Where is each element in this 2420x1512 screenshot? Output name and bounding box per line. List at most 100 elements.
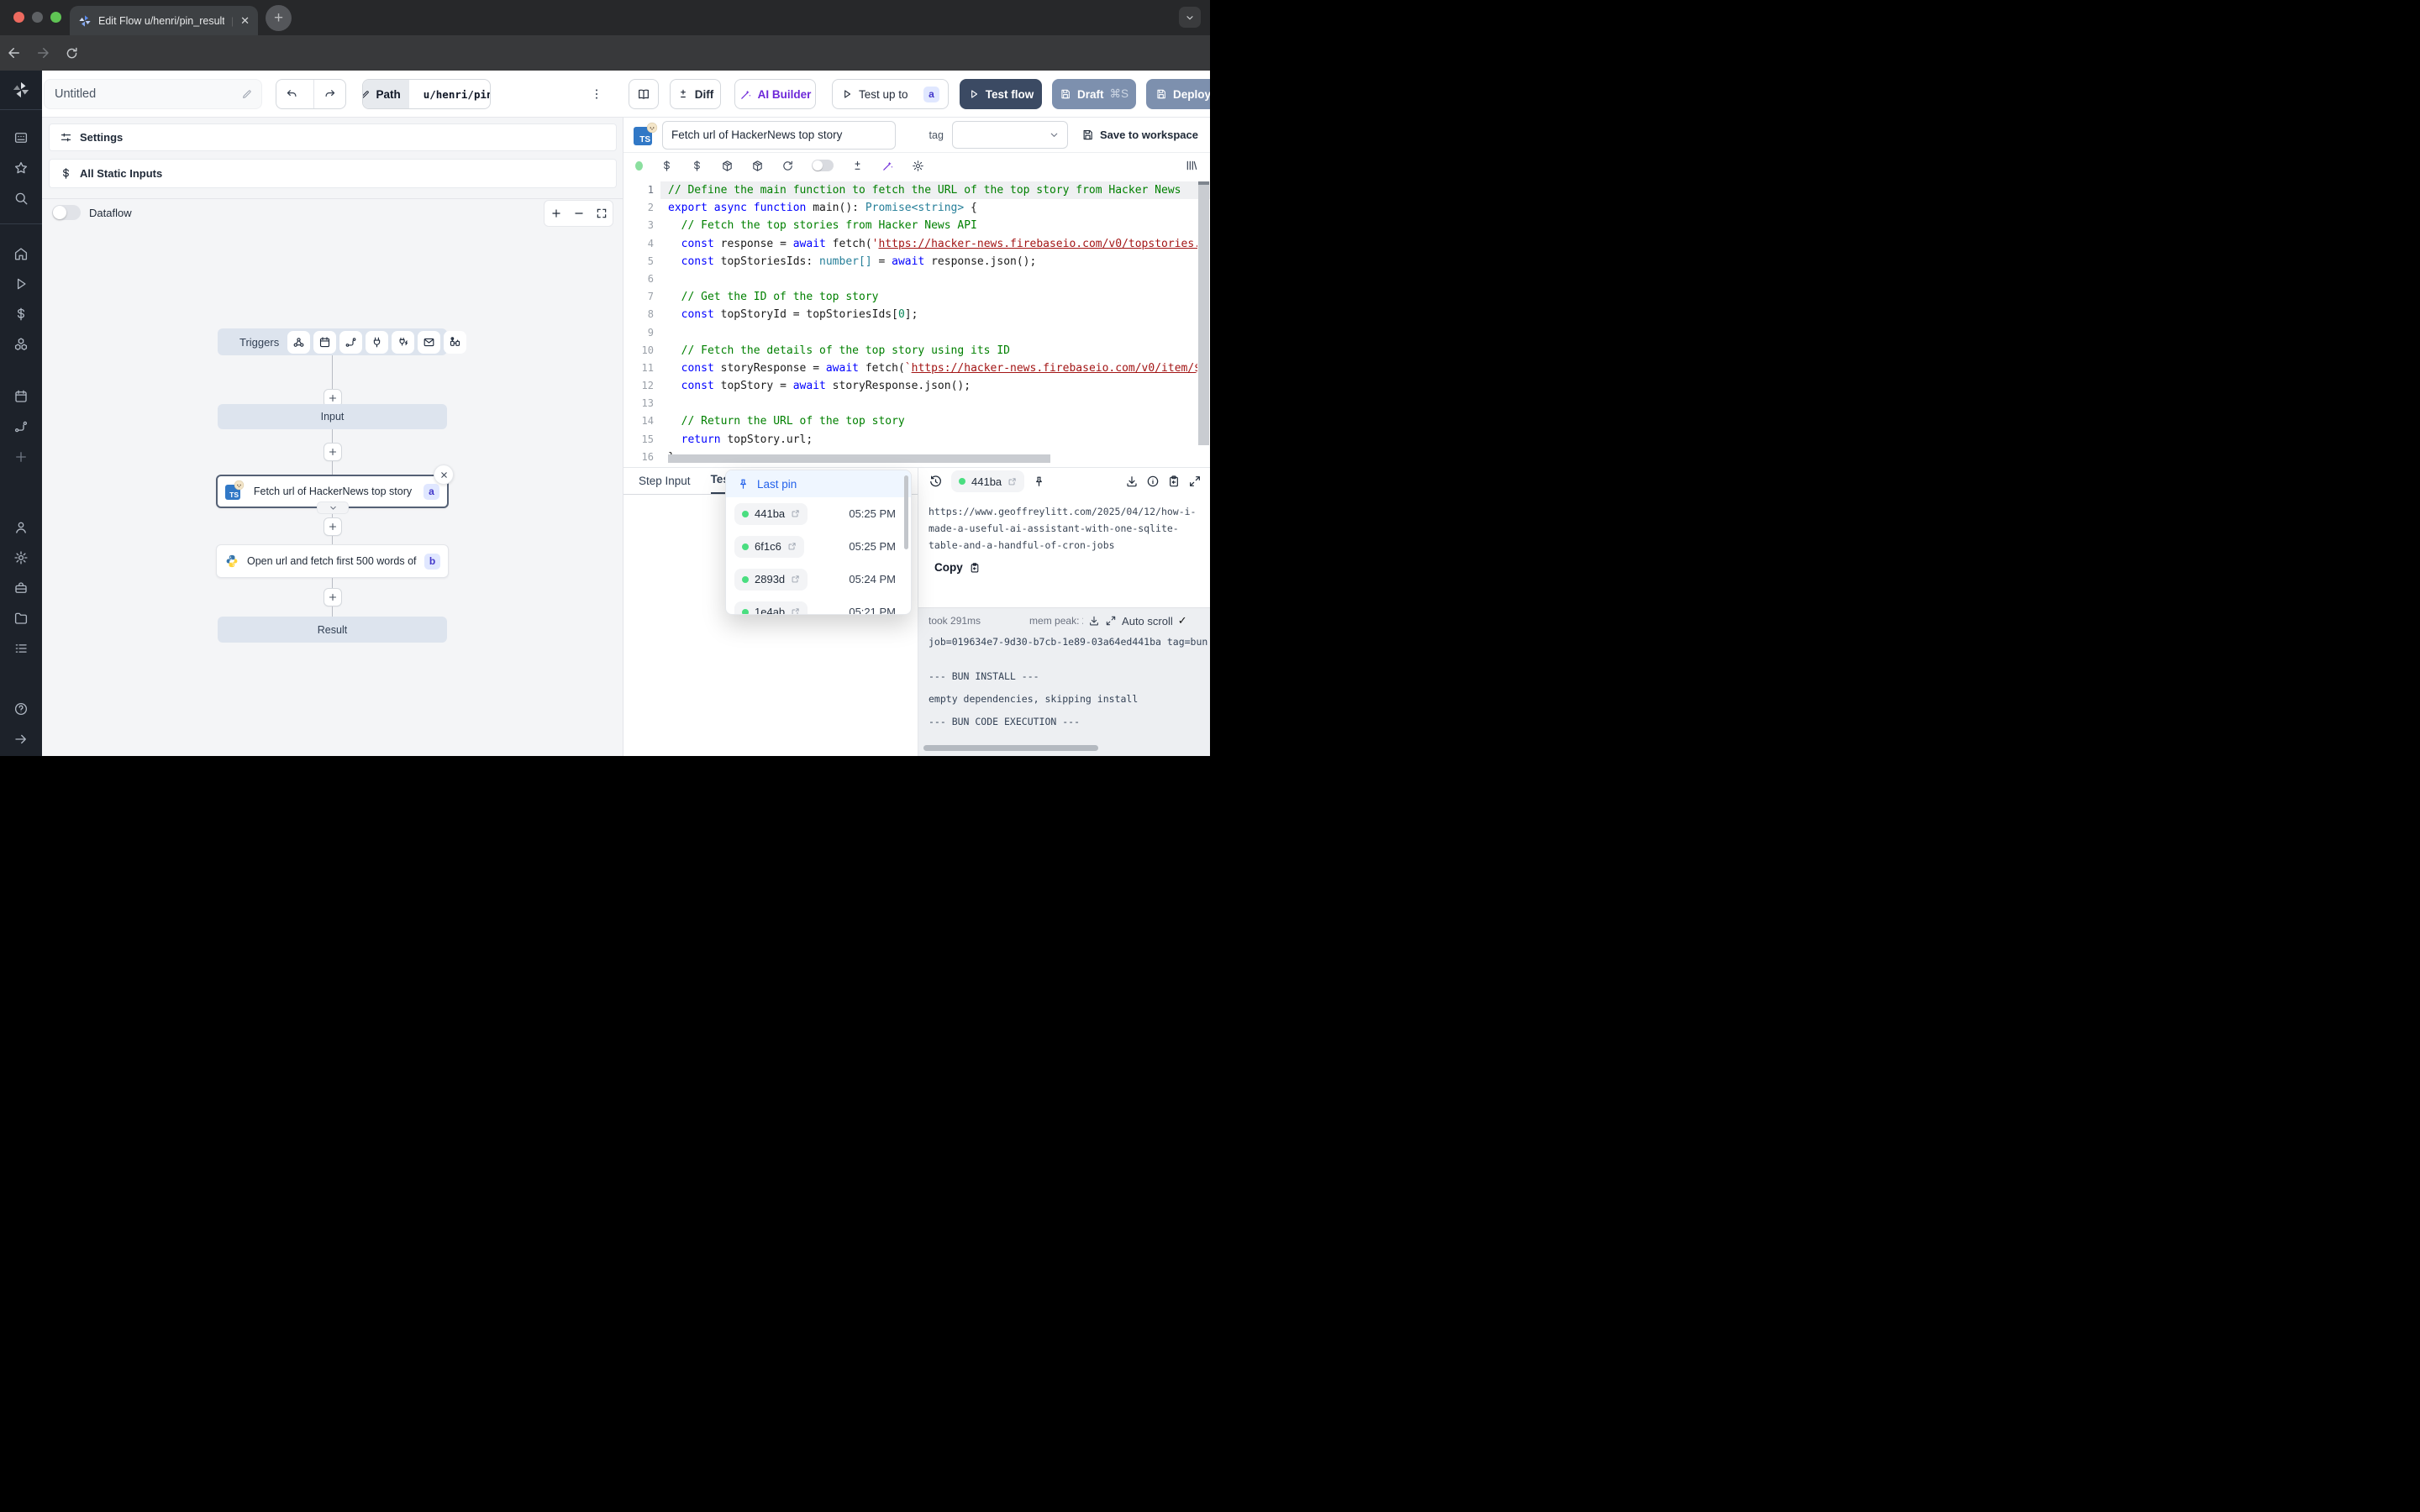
tab-search-chevron-icon[interactable] xyxy=(1179,7,1201,28)
draft-button[interactable]: Draft⌘S xyxy=(1052,79,1136,109)
sidebar-item-dollar[interactable] xyxy=(0,299,42,329)
plusminus-icon[interactable] xyxy=(851,160,864,172)
more-options-kebab-icon[interactable] xyxy=(590,79,613,109)
code-editor[interactable]: 1234567891011121314151617 // Define the … xyxy=(623,178,1210,467)
trigger-calendar-button[interactable] xyxy=(313,331,336,354)
dropdown-scrollbar[interactable] xyxy=(904,475,908,549)
browser-tab[interactable]: Edit Flow u/henri/pin_results | ✕ xyxy=(70,6,258,35)
dollar-icon[interactable] xyxy=(660,160,673,172)
pin-history-item[interactable]: 6f1c605:25 PM xyxy=(726,530,911,563)
tab-step-input[interactable]: Step Input xyxy=(639,475,691,494)
forward-icon[interactable] xyxy=(29,45,57,60)
add-step-button[interactable] xyxy=(324,588,342,606)
sidebar-item-folder[interactable] xyxy=(0,603,42,633)
external-link-icon[interactable] xyxy=(1007,477,1017,486)
wand-icon[interactable] xyxy=(881,160,894,172)
add-step-button[interactable] xyxy=(324,517,342,536)
test-flow-button[interactable]: Test flow xyxy=(960,79,1042,109)
trigger-webhook-button[interactable] xyxy=(287,331,310,354)
dollar-icon[interactable] xyxy=(691,160,703,172)
box-icon[interactable] xyxy=(721,160,734,172)
diff-mode-toggle[interactable] xyxy=(812,160,834,171)
external-link-icon[interactable] xyxy=(787,542,797,551)
test-up-to-button[interactable]: Test up to a xyxy=(832,79,949,109)
expand-icon[interactable] xyxy=(1105,615,1117,627)
pin-history-item[interactable]: 1e4ab05:21 PM xyxy=(726,596,911,615)
trigger-plug-button[interactable] xyxy=(366,331,388,354)
flow-name-input[interactable]: Untitled xyxy=(44,79,262,109)
library-icon[interactable] xyxy=(1185,159,1198,172)
deploy-button[interactable]: Deploy xyxy=(1146,79,1210,109)
sidebar-item-star[interactable] xyxy=(0,153,42,183)
diff-button[interactable]: Diff xyxy=(670,79,721,109)
external-link-icon[interactable] xyxy=(791,509,800,518)
run-id-badge[interactable]: 6f1c6 xyxy=(734,536,804,558)
autoscroll-label[interactable]: Auto scroll xyxy=(1122,615,1173,627)
reload-icon[interactable] xyxy=(57,46,86,60)
back-icon[interactable] xyxy=(0,45,29,60)
run-id-badge[interactable]: 441ba xyxy=(951,470,1024,492)
sidebar-item-person[interactable] xyxy=(0,512,42,543)
trigger-mail-button[interactable] xyxy=(418,331,440,354)
run-id-badge[interactable]: 2893d xyxy=(734,569,808,591)
step-title-input[interactable]: Fetch url of HackerNews top story xyxy=(662,121,896,150)
download-icon[interactable] xyxy=(1125,475,1139,488)
add-step-button[interactable] xyxy=(324,443,342,461)
result-node[interactable]: Result xyxy=(218,617,447,643)
windmill-logo[interactable] xyxy=(0,81,42,99)
delete-step-icon[interactable] xyxy=(434,465,454,485)
expand-icon[interactable] xyxy=(1188,475,1202,488)
pin-icon[interactable] xyxy=(1033,475,1045,488)
redo-button[interactable] xyxy=(313,80,345,108)
external-link-icon[interactable] xyxy=(791,607,800,615)
gear-icon[interactable] xyxy=(912,160,924,172)
sidebar-item-help[interactable] xyxy=(0,694,42,724)
input-node[interactable]: Input xyxy=(218,404,447,429)
sidebar-item-gear[interactable] xyxy=(0,543,42,573)
copy-button[interactable]: Copy xyxy=(934,561,1210,574)
log-horizontal-scrollbar[interactable] xyxy=(923,745,1098,751)
result-url[interactable]: https://www.geoffreylitt.com/2025/04/12/… xyxy=(929,503,1199,554)
pin-history-item[interactable]: 441ba05:25 PM xyxy=(726,497,911,530)
sidebar-item-search[interactable] xyxy=(0,183,42,213)
path-button[interactable]: Path u/henri/pin xyxy=(362,79,491,109)
docs-book-button[interactable] xyxy=(629,79,659,109)
triggers-node[interactable]: Triggers xyxy=(218,328,447,355)
sidebar-item-listdots[interactable] xyxy=(0,633,42,664)
info-icon[interactable] xyxy=(1146,475,1160,488)
sidebar-item-apps[interactable] xyxy=(0,123,42,153)
undo-button[interactable] xyxy=(276,80,308,108)
trigger-route-button[interactable] xyxy=(339,331,362,354)
window-minimize-button[interactable] xyxy=(32,12,43,23)
code-horizontal-scrollbar[interactable] xyxy=(668,454,1050,463)
trigger-binoculars-button[interactable] xyxy=(444,331,466,354)
tag-select[interactable] xyxy=(952,121,1068,149)
code-vertical-scrollbar[interactable] xyxy=(1198,181,1209,445)
tab-close-icon[interactable]: ✕ xyxy=(240,15,250,26)
window-zoom-button[interactable] xyxy=(50,12,61,23)
download-icon[interactable] xyxy=(1088,615,1100,627)
sidebar-item-arrowright[interactable] xyxy=(0,724,42,754)
sidebar-item-home[interactable] xyxy=(0,239,42,269)
log-content[interactable]: job=019634e7-9d30-b7cb-1e89-03a64ed441ba… xyxy=(918,627,1210,727)
collapse-chevron-icon[interactable] xyxy=(317,501,349,514)
sidebar-item-calendar[interactable] xyxy=(0,381,42,412)
save-to-workspace-button[interactable]: Save to workspace xyxy=(1076,129,1203,141)
box-icon[interactable] xyxy=(751,160,764,172)
sidebar-item-worker[interactable] xyxy=(0,573,42,603)
external-link-icon[interactable] xyxy=(791,575,800,584)
history-icon[interactable] xyxy=(929,475,943,489)
clipboard-icon[interactable] xyxy=(1167,475,1181,488)
run-id-badge[interactable]: 441ba xyxy=(734,503,808,525)
last-pin-option[interactable]: Last pin xyxy=(726,470,911,497)
sidebar-item-plus[interactable] xyxy=(0,442,42,472)
sidebar-item-play[interactable] xyxy=(0,269,42,299)
sidebar-item-route[interactable] xyxy=(0,412,42,442)
new-tab-button[interactable]: + xyxy=(266,5,292,31)
sidebar-item-cubes[interactable] xyxy=(0,329,42,360)
pin-history-item[interactable]: 2893d05:24 PM xyxy=(726,563,911,596)
trigger-plugbolt-button[interactable] xyxy=(392,331,414,354)
window-close-button[interactable] xyxy=(13,12,24,23)
refresh-icon[interactable] xyxy=(781,160,794,172)
step-node-b[interactable]: Open url and fetch first 500 words of ..… xyxy=(216,544,449,578)
